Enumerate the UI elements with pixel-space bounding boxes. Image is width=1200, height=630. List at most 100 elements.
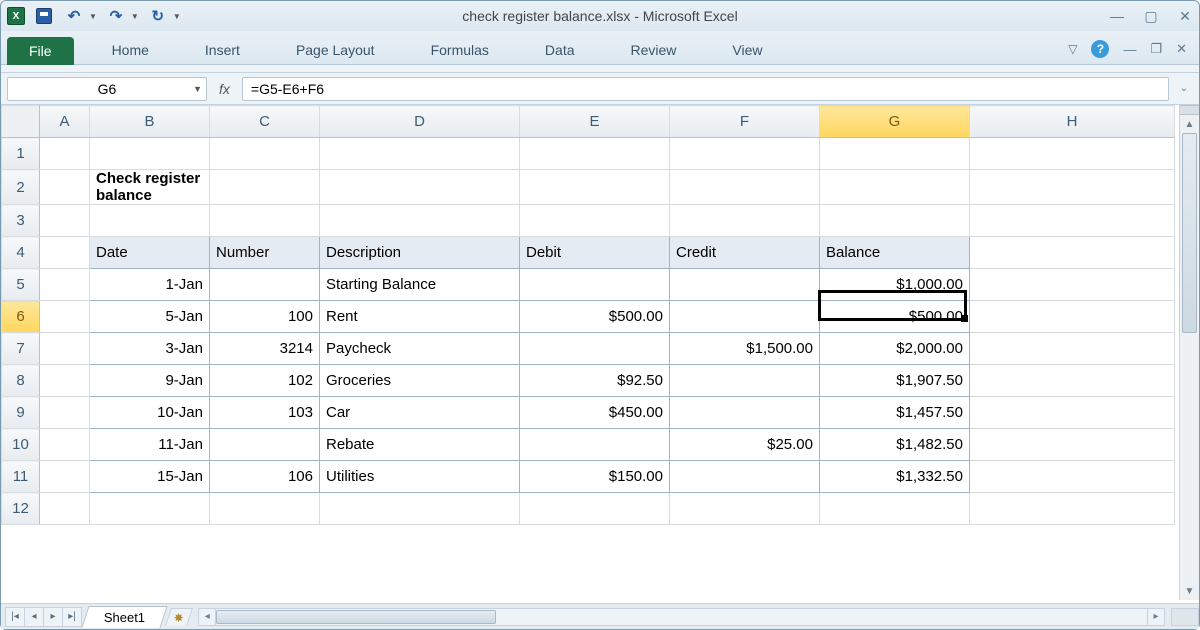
cell-A10[interactable] xyxy=(40,429,90,461)
cell-E4[interactable]: Debit xyxy=(520,237,670,269)
cell-D1[interactable] xyxy=(320,138,520,170)
horizontal-scrollbar[interactable]: ◂ ▸ xyxy=(198,608,1165,626)
workbook-restore-icon[interactable]: ❐ xyxy=(1150,41,1162,57)
cell-A11[interactable] xyxy=(40,461,90,493)
cell-D2[interactable] xyxy=(320,170,520,205)
cell-H3[interactable] xyxy=(970,205,1175,237)
sheet-nav-prev[interactable]: ◂ xyxy=(24,607,44,627)
hsplit-handle[interactable] xyxy=(1171,608,1199,626)
cell-H5[interactable] xyxy=(970,269,1175,301)
cell-E12[interactable] xyxy=(520,493,670,525)
cell-F6[interactable] xyxy=(670,301,820,333)
sheet-nav-last[interactable]: ▸| xyxy=(62,607,82,627)
row-header-3[interactable]: 3 xyxy=(2,205,40,237)
cell-E2[interactable] xyxy=(520,170,670,205)
cell-G12[interactable] xyxy=(820,493,970,525)
cell-G1[interactable] xyxy=(820,138,970,170)
cell-G3[interactable] xyxy=(820,205,970,237)
cell-D11[interactable]: Utilities xyxy=(320,461,520,493)
cell-C7[interactable]: 3214 xyxy=(210,333,320,365)
repeat-button[interactable]: ↻ xyxy=(147,5,169,27)
fx-label[interactable]: fx xyxy=(213,81,236,97)
cell-F11[interactable] xyxy=(670,461,820,493)
tab-insert[interactable]: Insert xyxy=(187,36,258,64)
maximize-button[interactable]: ▢ xyxy=(1143,8,1159,25)
cell-C12[interactable] xyxy=(210,493,320,525)
name-box[interactable]: G6 ▼ xyxy=(7,77,207,101)
cell-G6[interactable]: $500.00 xyxy=(820,301,970,333)
cell-B6[interactable]: 5-Jan xyxy=(90,301,210,333)
cell-D3[interactable] xyxy=(320,205,520,237)
cell-D12[interactable] xyxy=(320,493,520,525)
cell-H2[interactable] xyxy=(970,170,1175,205)
row-header-8[interactable]: 8 xyxy=(2,365,40,397)
cell-G4[interactable]: Balance xyxy=(820,237,970,269)
undo-dropdown[interactable]: ▼ xyxy=(89,12,97,21)
cell-H6[interactable] xyxy=(970,301,1175,333)
col-header-B[interactable]: B xyxy=(90,106,210,138)
split-handle[interactable] xyxy=(1180,105,1199,115)
cell-C5[interactable] xyxy=(210,269,320,301)
cell-C3[interactable] xyxy=(210,205,320,237)
row-header-11[interactable]: 11 xyxy=(2,461,40,493)
cell-F5[interactable] xyxy=(670,269,820,301)
cell-A4[interactable] xyxy=(40,237,90,269)
cell-D4[interactable]: Description xyxy=(320,237,520,269)
cell-B12[interactable] xyxy=(90,493,210,525)
save-button[interactable] xyxy=(33,5,55,27)
cell-B10[interactable]: 11-Jan xyxy=(90,429,210,461)
col-header-D[interactable]: D xyxy=(320,106,520,138)
cell-D9[interactable]: Car xyxy=(320,397,520,429)
cell-A3[interactable] xyxy=(40,205,90,237)
cell-E5[interactable] xyxy=(520,269,670,301)
new-sheet-button[interactable]: ✸ xyxy=(165,608,193,626)
expand-formula-bar-icon[interactable]: ⌄ xyxy=(1175,83,1193,94)
cell-D10[interactable]: Rebate xyxy=(320,429,520,461)
redo-dropdown[interactable]: ▼ xyxy=(131,12,139,21)
cell-B2[interactable]: Check register balance xyxy=(90,170,210,205)
workbook-minimize-icon[interactable]: — xyxy=(1123,42,1136,57)
cell-D5[interactable]: Starting Balance xyxy=(320,269,520,301)
cell-H9[interactable] xyxy=(970,397,1175,429)
row-header-4[interactable]: 4 xyxy=(2,237,40,269)
row-header-1[interactable]: 1 xyxy=(2,138,40,170)
cell-C9[interactable]: 103 xyxy=(210,397,320,429)
cell-G9[interactable]: $1,457.50 xyxy=(820,397,970,429)
scroll-up-icon[interactable]: ▲ xyxy=(1180,115,1199,133)
cell-A12[interactable] xyxy=(40,493,90,525)
tab-formulas[interactable]: Formulas xyxy=(413,36,507,64)
cell-B5[interactable]: 1-Jan xyxy=(90,269,210,301)
spreadsheet-grid[interactable]: ABCDEFGH12Check register balance34DateNu… xyxy=(1,105,1179,600)
cell-F8[interactable] xyxy=(670,365,820,397)
minimize-button[interactable]: — xyxy=(1109,8,1125,25)
name-box-dropdown-icon[interactable]: ▼ xyxy=(193,84,202,94)
cell-E1[interactable] xyxy=(520,138,670,170)
cell-A1[interactable] xyxy=(40,138,90,170)
col-header-E[interactable]: E xyxy=(520,106,670,138)
cell-D6[interactable]: Rent xyxy=(320,301,520,333)
file-tab[interactable]: File xyxy=(7,37,74,65)
cell-E9[interactable]: $450.00 xyxy=(520,397,670,429)
formula-input[interactable]: =G5-E6+F6 xyxy=(242,77,1169,101)
cell-A5[interactable] xyxy=(40,269,90,301)
undo-button[interactable]: ↶ xyxy=(63,5,85,27)
qat-customize[interactable]: ▼ xyxy=(173,12,181,21)
cell-F9[interactable] xyxy=(670,397,820,429)
cell-E7[interactable] xyxy=(520,333,670,365)
cell-A7[interactable] xyxy=(40,333,90,365)
minimize-ribbon-icon[interactable]: ▽ xyxy=(1068,42,1077,56)
cell-H4[interactable] xyxy=(970,237,1175,269)
cell-G8[interactable]: $1,907.50 xyxy=(820,365,970,397)
row-header-2[interactable]: 2 xyxy=(2,170,40,205)
cell-H8[interactable] xyxy=(970,365,1175,397)
cell-C4[interactable]: Number xyxy=(210,237,320,269)
col-header-A[interactable]: A xyxy=(40,106,90,138)
select-all-corner[interactable] xyxy=(2,106,40,138)
scroll-down-icon[interactable]: ▼ xyxy=(1180,582,1199,600)
row-header-10[interactable]: 10 xyxy=(2,429,40,461)
vscroll-thumb[interactable] xyxy=(1182,133,1197,333)
col-header-C[interactable]: C xyxy=(210,106,320,138)
cell-A8[interactable] xyxy=(40,365,90,397)
cell-G5[interactable]: $1,000.00 xyxy=(820,269,970,301)
sheet-nav-next[interactable]: ▸ xyxy=(43,607,63,627)
